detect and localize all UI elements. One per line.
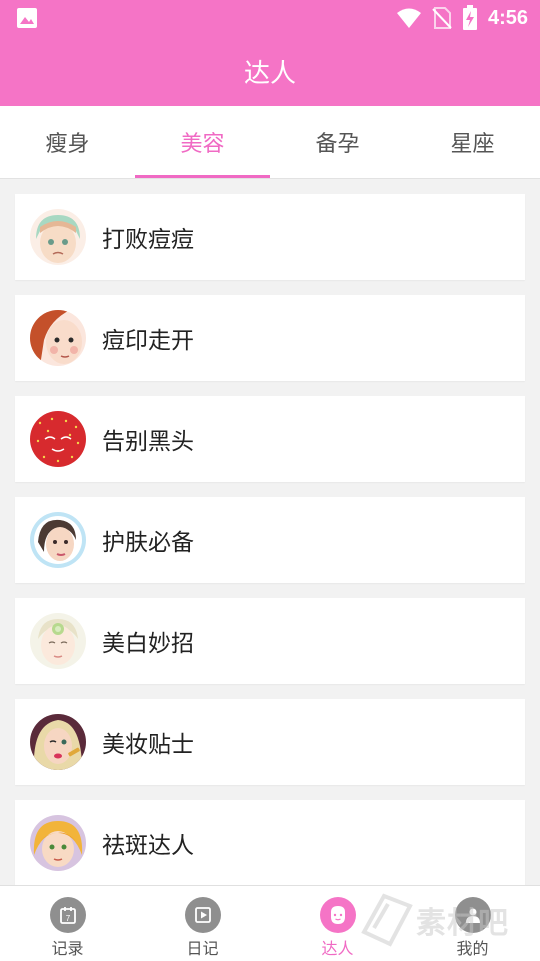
list-item-label: 美白妙招 (102, 631, 194, 657)
list-item-label: 美妆贴士 (102, 732, 194, 758)
list-item-label: 告别黑头 (102, 429, 194, 455)
battery-charging-icon (462, 5, 477, 30)
list-item[interactable]: 护肤必备 (15, 497, 525, 583)
wifi-icon (396, 8, 421, 28)
nav-diary[interactable]: 日记 (135, 886, 270, 961)
list-item[interactable]: 告别黑头 (15, 396, 525, 482)
image-icon (17, 8, 37, 28)
makeup-woman-avatar (30, 714, 86, 770)
calendar-icon: 7 (49, 897, 86, 933)
face-icon (319, 897, 356, 933)
redhead-girl-avatar (30, 310, 86, 366)
status-time: 4:56 (487, 6, 528, 29)
list-item-label: 痘印走开 (102, 328, 194, 354)
svg-text:7: 7 (65, 914, 70, 923)
list-item[interactable]: 打败痘痘 (15, 194, 525, 280)
play-book-icon (184, 897, 221, 933)
list-item-label: 护肤必备 (102, 530, 194, 556)
no-sim-icon (432, 7, 452, 29)
tab-label: 美容 (180, 132, 225, 157)
face-mask-woman-avatar (30, 613, 86, 669)
skincare-woman-avatar (30, 512, 86, 568)
topic-list: 打败痘痘 痘印走开 告别黑头 护肤必备 美白妙招 美妆贴士 祛斑达人 (15, 194, 525, 901)
list-item[interactable]: 祛斑达人 (15, 800, 525, 886)
tab-label: 星座 (450, 132, 495, 157)
list-item[interactable]: 美白妙招 (15, 598, 525, 684)
nav-label: 日记 (186, 939, 219, 958)
watermark-text: 素材吧 (416, 906, 509, 941)
watermark: 素材吧 (360, 890, 530, 950)
nav-label: 记录 (51, 939, 84, 958)
list-item-label: 打败痘痘 (102, 227, 194, 253)
tab-horoscope[interactable]: 星座 (405, 106, 540, 178)
category-tabs: 瘦身 美容 备孕 星座 (0, 106, 540, 179)
nav-record[interactable]: 7 记录 (0, 886, 135, 961)
tab-pregnancy-prep[interactable]: 备孕 (270, 106, 405, 178)
page-title: 达人 (243, 58, 296, 89)
tab-slimming[interactable]: 瘦身 (0, 106, 135, 178)
girl-bangs-avatar (30, 209, 86, 265)
tab-label: 瘦身 (45, 132, 90, 157)
status-bar: 4:56 (0, 0, 540, 36)
blonde-freckle-avatar (30, 815, 86, 871)
list-item[interactable]: 美妆贴士 (15, 699, 525, 785)
tab-label: 备孕 (315, 132, 360, 157)
nav-label: 达人 (321, 939, 354, 958)
strawberry-avatar (30, 411, 86, 467)
app-header: 达人 (0, 36, 540, 106)
list-item-label: 祛斑达人 (102, 833, 194, 859)
tab-beauty[interactable]: 美容 (135, 106, 270, 178)
list-item[interactable]: 痘印走开 (15, 295, 525, 381)
watermark-logo-icon (361, 893, 413, 947)
